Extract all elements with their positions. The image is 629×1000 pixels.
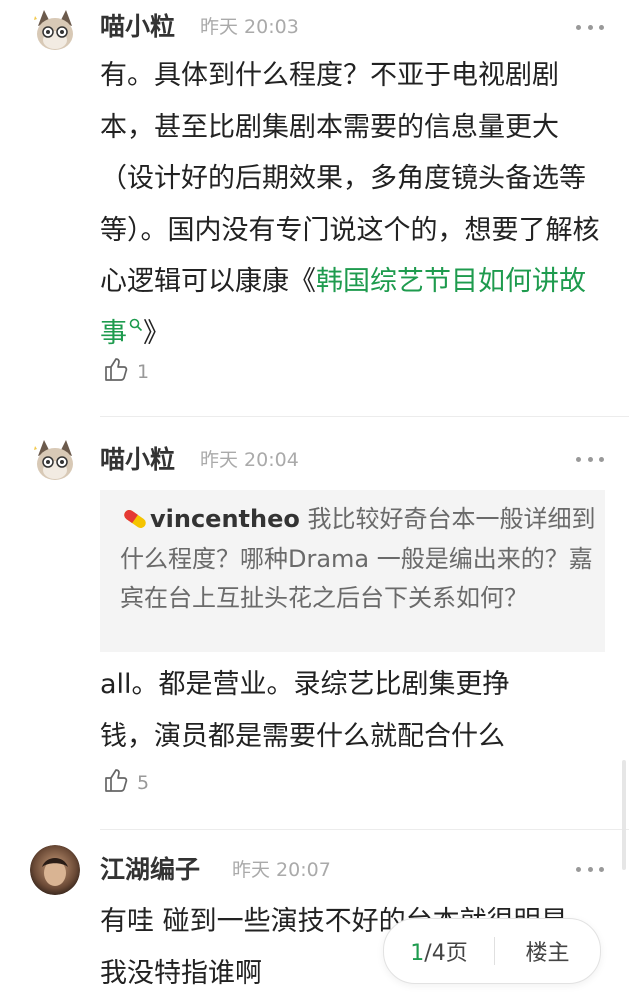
divider <box>100 829 629 830</box>
page-total: /4页 <box>424 941 468 966</box>
comment-text-end: 》 <box>143 317 170 349</box>
comment-body: all。都是营业。录综艺比剧集更挣钱，演员都是需要什么就配合什么 <box>100 669 510 752</box>
search-icon <box>127 318 143 349</box>
avatar[interactable] <box>30 6 80 56</box>
author-name[interactable]: 喵小粒 <box>100 445 175 475</box>
more-options-icon[interactable] <box>576 454 604 464</box>
like-count: 1 <box>137 360 150 383</box>
page-indicator[interactable]: 1/4页 <box>384 935 494 967</box>
avatar[interactable] <box>30 845 80 895</box>
current-page: 1 <box>410 941 425 966</box>
avatar[interactable] <box>30 436 80 486</box>
page-navigator: 1/4页 楼主 <box>383 918 601 984</box>
comment-time: 昨天 20:07 <box>232 859 331 881</box>
comment-text: 有。具体到什么程度？不亚于电视剧剧本，甚至比剧集剧本需要的信息量更大（设计好的后… <box>100 60 600 297</box>
comment-time: 昨天 20:04 <box>200 449 299 471</box>
quoted-author[interactable]: vincentheo <box>150 505 300 533</box>
like-button[interactable]: 1 <box>103 356 149 387</box>
more-options-icon[interactable] <box>576 22 604 32</box>
pill-icon <box>120 505 150 533</box>
divider <box>100 416 629 417</box>
comment-body: 有。具体到什么程度？不亚于电视剧剧本，甚至比剧集剧本需要的信息量更大（设计好的后… <box>100 50 612 359</box>
comment-time: 昨天 20:03 <box>200 16 299 38</box>
author-name[interactable]: 江湖编子 <box>100 855 200 885</box>
op-only-button[interactable]: 楼主 <box>495 935 600 967</box>
like-count: 5 <box>137 771 150 794</box>
like-button[interactable]: 5 <box>103 767 149 798</box>
scrollbar[interactable] <box>622 760 626 870</box>
more-options-icon[interactable] <box>576 864 604 874</box>
thumbs-up-icon <box>103 356 129 387</box>
author-name[interactable]: 喵小粒 <box>100 12 175 42</box>
thumbs-up-icon <box>103 767 129 798</box>
quoted-comment[interactable]: vincentheo 我比较好奇台本一般详细到什么程度？哪种Drama 一般是编… <box>100 490 605 652</box>
